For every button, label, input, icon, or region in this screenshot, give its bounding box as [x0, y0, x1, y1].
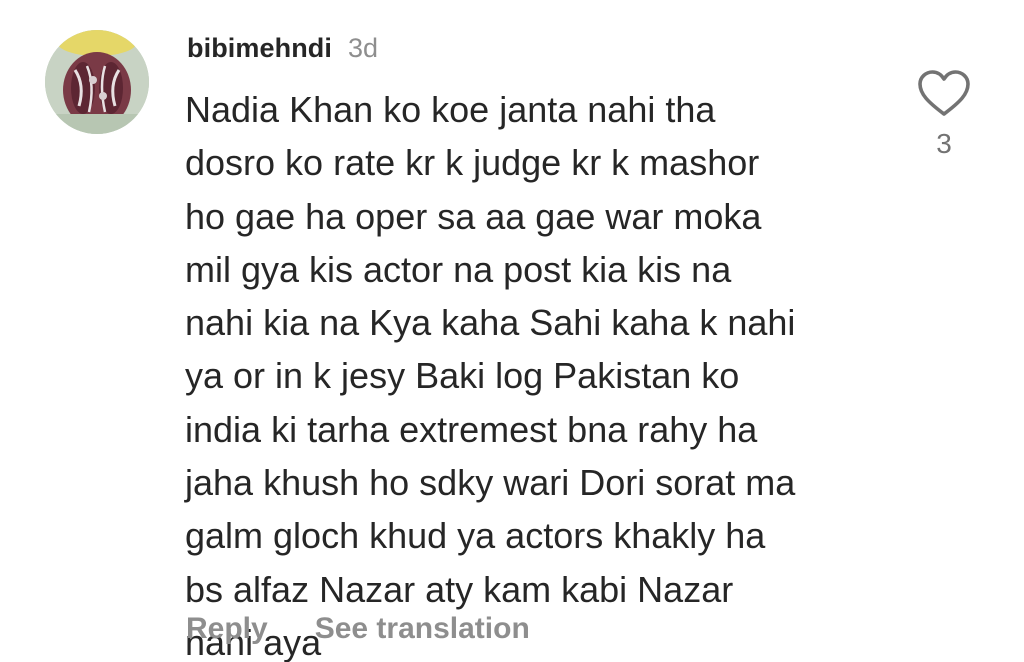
- see-translation-button[interactable]: See translation: [315, 612, 530, 646]
- heart-outline-icon: [918, 70, 970, 116]
- comment-line: galm gloch khud ya actors khakly ha: [185, 515, 766, 557]
- comment-header: bibimehndi 3d: [187, 28, 378, 68]
- comment-line: ho gae ha oper sa aa gae war moka: [185, 195, 762, 237]
- avatar-image: [45, 30, 149, 134]
- comment-line: Nadia Khan ko koe janta nahi tha: [185, 89, 716, 130]
- comment-text: Nadia Khan ko koe janta nahi tha dosro k…: [185, 83, 905, 662]
- username[interactable]: bibimehndi: [187, 33, 332, 64]
- avatar[interactable]: [45, 30, 149, 134]
- like-button[interactable]: [916, 68, 972, 120]
- comment-item: bibimehndi 3d Nadia Khan ko koe janta na…: [0, 0, 1024, 662]
- comment-line: nahi kia na Kya kaha Sahi kaha k nahi: [185, 302, 796, 344]
- comment-line: ya or in k jesy Baki log Pakistan ko: [185, 355, 740, 397]
- comment-line: jaha khush ho sdky wari Dori sorat ma: [185, 462, 796, 504]
- like-count: 3: [936, 128, 952, 159]
- comment-line: india ki tarha extremest bna rahy ha: [185, 408, 758, 450]
- comment-line: dosro ko rate kr k judge kr k mashor: [185, 142, 760, 184]
- comment-line: bs alfaz Nazar aty kam kabi Nazar: [185, 568, 734, 610]
- comment-line: mil gya kis actor na post kia kis na: [185, 248, 732, 290]
- timestamp: 3d: [348, 32, 379, 63]
- reply-button[interactable]: Reply: [186, 612, 268, 646]
- comment-actions: Reply See translation: [186, 612, 530, 646]
